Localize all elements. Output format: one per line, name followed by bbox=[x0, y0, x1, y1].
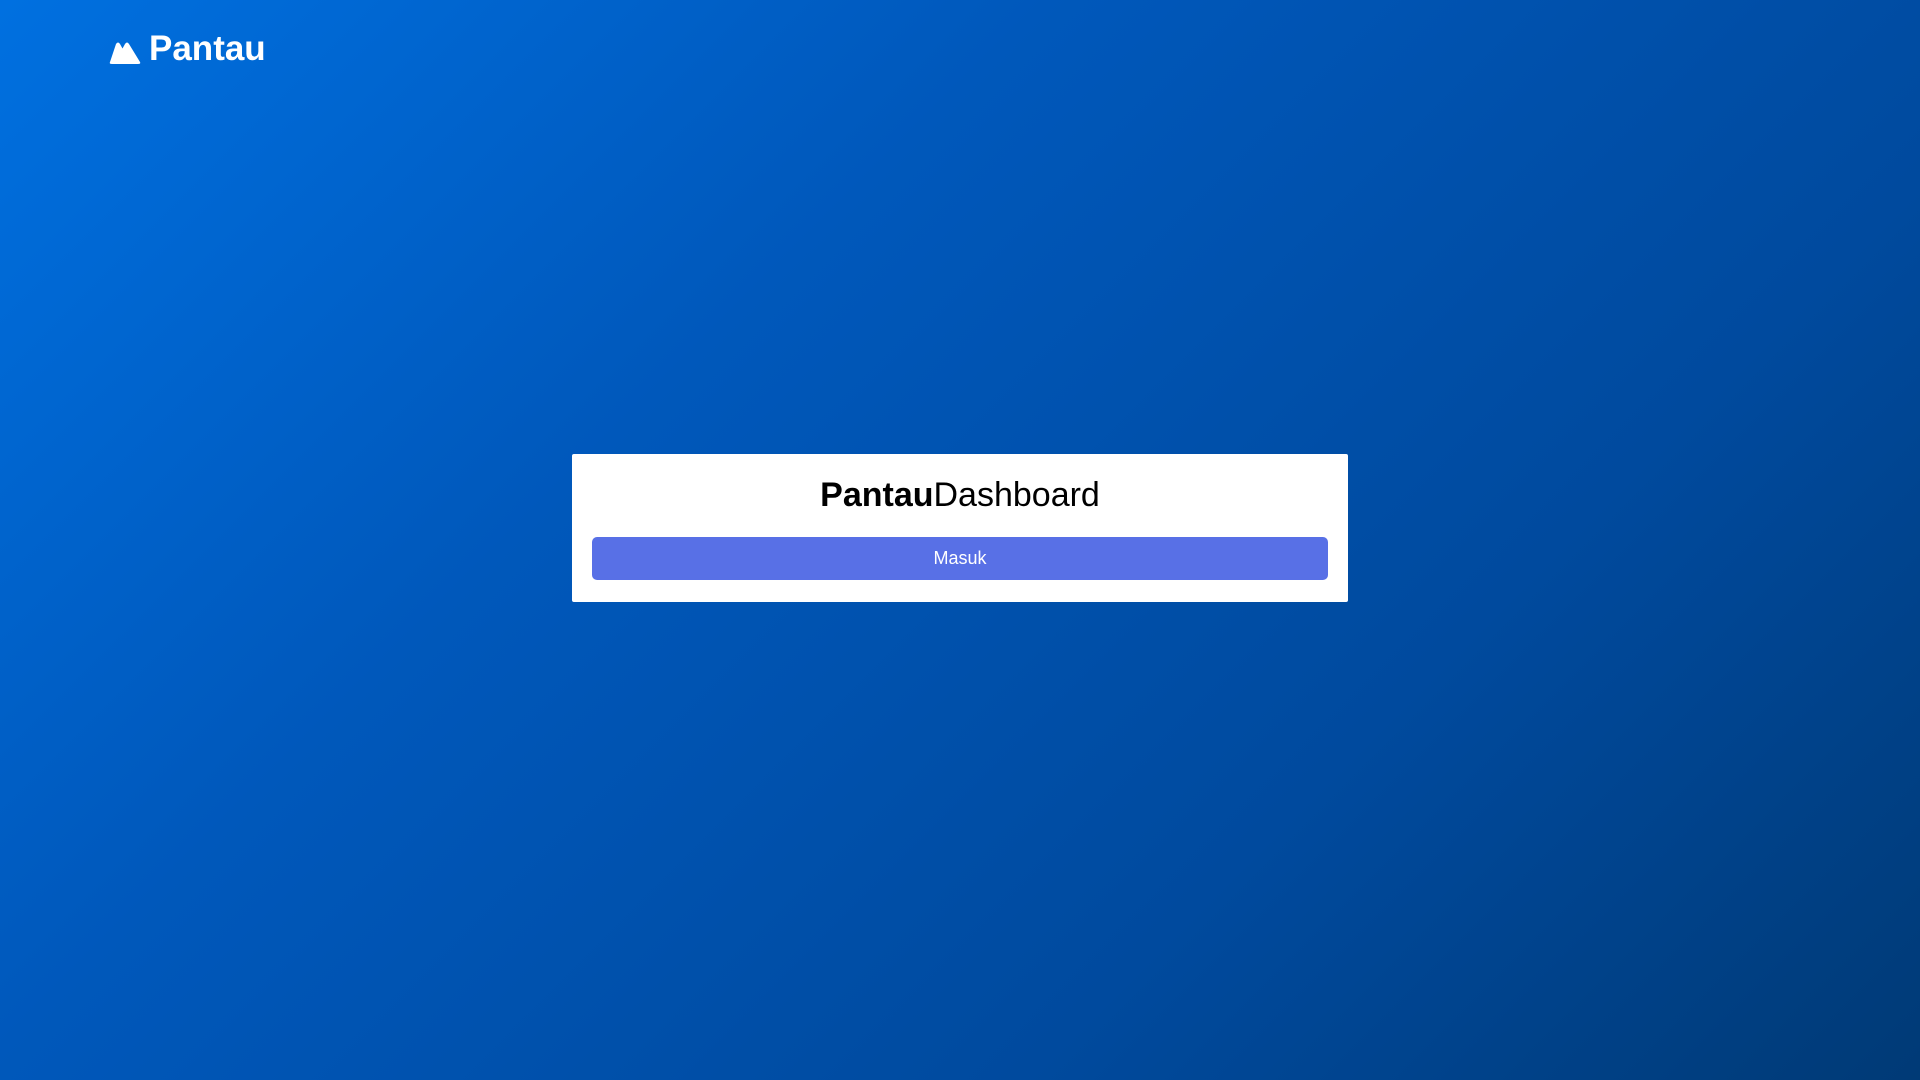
brand-logo[interactable]: Pantau bbox=[109, 31, 266, 67]
brand-name: Pantau bbox=[149, 29, 266, 68]
login-button[interactable]: Masuk bbox=[592, 537, 1328, 580]
card-title: PantauDashboard bbox=[592, 475, 1328, 515]
login-card: PantauDashboard Masuk bbox=[572, 454, 1348, 602]
card-title-light: Dashboard bbox=[933, 476, 1100, 514]
mountain-icon bbox=[109, 42, 141, 64]
card-title-bold: Pantau bbox=[820, 476, 934, 514]
